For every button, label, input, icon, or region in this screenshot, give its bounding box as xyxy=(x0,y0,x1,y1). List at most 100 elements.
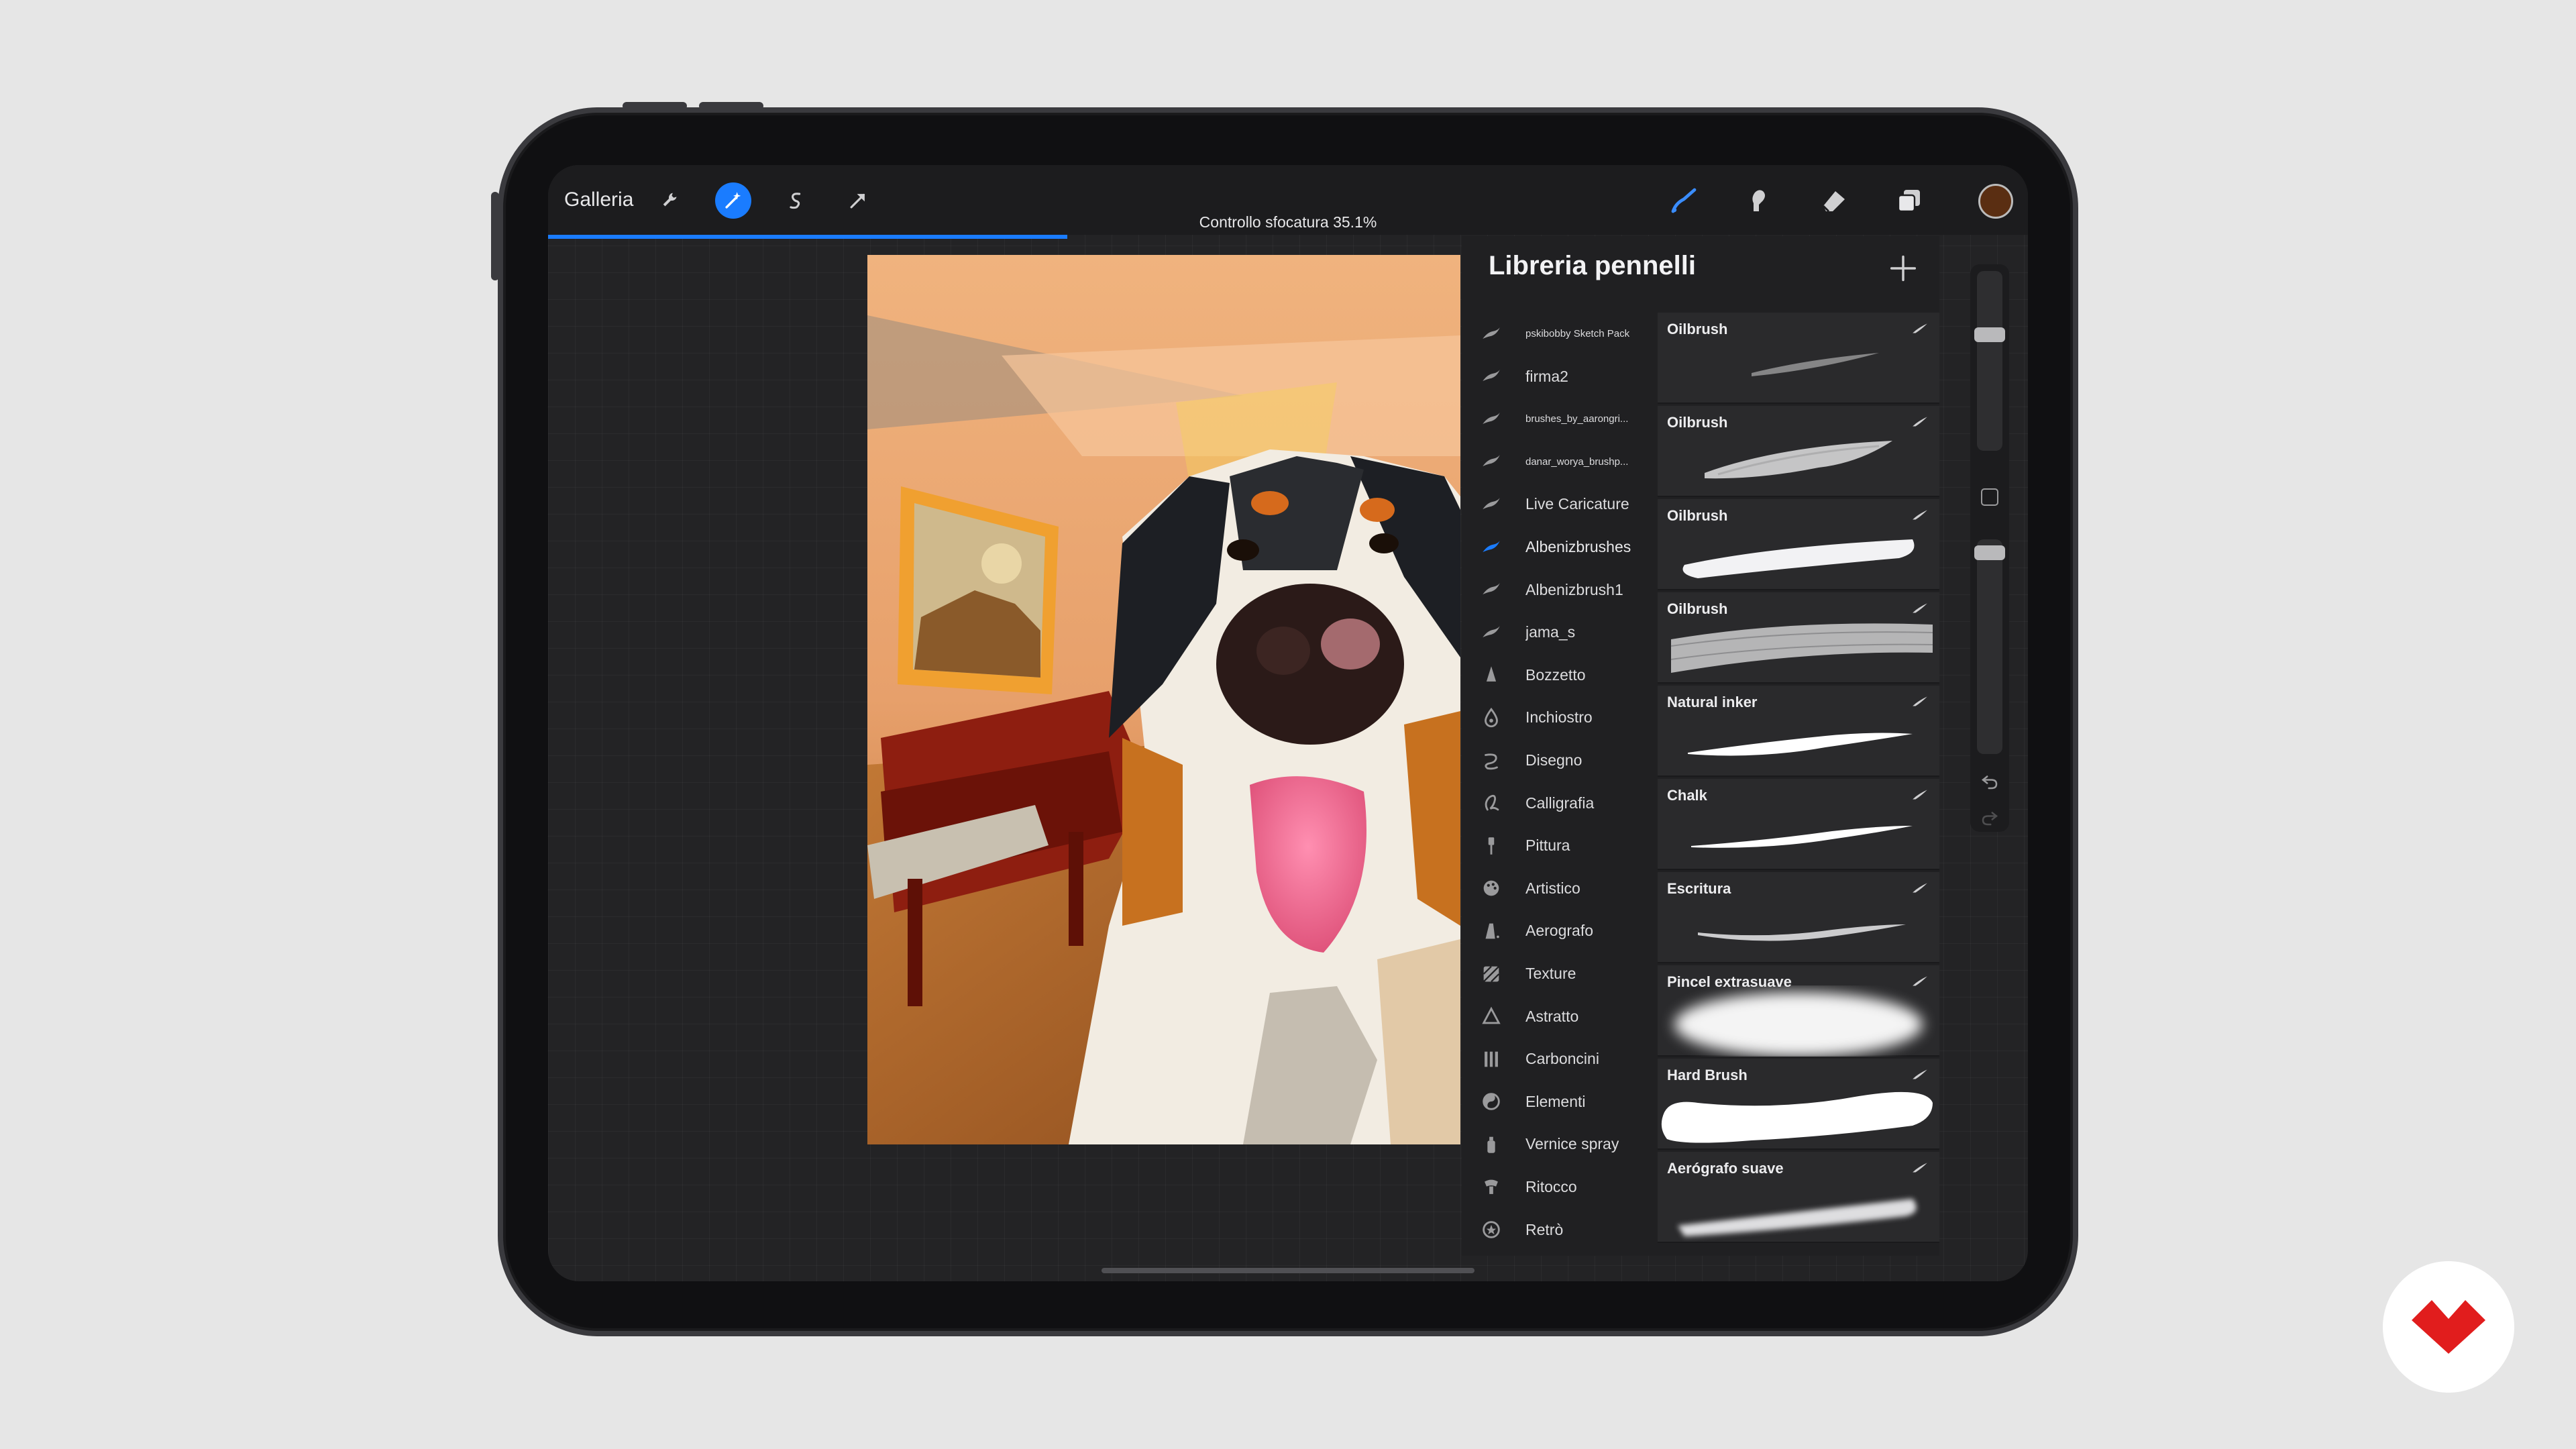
brush-stroke-icon xyxy=(1913,976,1927,986)
brush-size-thumb[interactable] xyxy=(1974,327,2005,342)
brush-set-item[interactable]: Ritocco xyxy=(1462,1166,1652,1208)
brush-set-label: pskibobby Sketch Pack xyxy=(1525,328,1630,339)
brush-set-item[interactable]: Aerografo xyxy=(1462,910,1652,952)
brush-item[interactable]: Pincel extrasuave xyxy=(1658,965,1939,1057)
yin-yang-icon xyxy=(1479,1089,1503,1114)
brush-set-item[interactable]: Vernice spray xyxy=(1462,1123,1652,1165)
brush-item[interactable]: Aerógrafo suave xyxy=(1658,1152,1939,1243)
brush-set-item[interactable]: Carboncini xyxy=(1462,1038,1652,1080)
undo-icon[interactable] xyxy=(1980,771,2000,792)
brush-stroke-icon xyxy=(1479,621,1503,645)
brush-name: Oilbrush xyxy=(1667,321,1728,337)
brush-set-item[interactable]: firma2 xyxy=(1462,356,1652,398)
brush-set-item[interactable]: Pittura xyxy=(1462,824,1652,867)
paintbrush-icon xyxy=(1479,834,1503,858)
brush-item[interactable]: Oilbrush xyxy=(1658,313,1939,404)
brush-set-item[interactable]: Bozzetto xyxy=(1462,654,1652,696)
brush-set-label: Live Caricature xyxy=(1525,495,1629,513)
brush-stroke-icon xyxy=(1479,449,1503,474)
brush-name: Chalk xyxy=(1667,787,1707,804)
brush-set-label: Aerografo xyxy=(1525,922,1594,940)
brush-set-label: Retrò xyxy=(1525,1220,1564,1238)
brush-set-item[interactable]: Calligrafia xyxy=(1462,782,1652,824)
pencil-tip-icon xyxy=(1479,663,1503,687)
brush-set-label: Disegno xyxy=(1525,751,1582,769)
swirl-icon xyxy=(1479,749,1503,773)
triangle-icon xyxy=(1479,1004,1503,1028)
brush-set-item[interactable]: Luci xyxy=(1462,1251,1652,1256)
brush-set-item[interactable]: Albenizbrush1 xyxy=(1462,569,1652,611)
airbrush-icon xyxy=(1479,919,1503,943)
brush-set-item[interactable]: Retrò xyxy=(1462,1209,1652,1251)
brush-stroke-icon xyxy=(1479,578,1503,602)
procreate-screen: Galleria Controllo sfocatura 35.1% Libre… xyxy=(548,165,2028,1281)
brush-item[interactable]: Oilbrush xyxy=(1658,406,1939,497)
brush-item[interactable]: Escritura xyxy=(1658,872,1939,963)
brush-stroke-preview xyxy=(1670,623,1933,673)
brush-stroke-icon xyxy=(1479,492,1503,517)
brush-stroke-preview xyxy=(1698,924,1906,941)
brush-library-panel: Libreria pennelli pskibobby Sketch Pack f… xyxy=(1462,236,1939,1256)
blur-progress-bar xyxy=(548,235,1068,239)
brush-sets-list: pskibobby Sketch Pack firma2 brushes_by_aa… xyxy=(1462,313,1652,1256)
brush-set-label: Ritocco xyxy=(1525,1178,1577,1195)
brush-set-item[interactable]: Artistico xyxy=(1462,867,1652,910)
brush-stroke-preview xyxy=(1661,1091,1933,1143)
brush-set-label: Albenizbrushes xyxy=(1525,538,1631,555)
brush-set-label: Elementi xyxy=(1525,1092,1586,1110)
brush-item[interactable]: Chalk xyxy=(1658,779,1939,870)
opacity-thumb[interactable] xyxy=(1974,545,2005,560)
brush-item[interactable]: Natural inker xyxy=(1658,686,1939,777)
brush-set-item[interactable]: Astratto xyxy=(1462,996,1652,1038)
brush-item[interactable]: Oilbrush xyxy=(1658,499,1939,590)
brush-stroke-icon xyxy=(1479,407,1503,431)
brush-stroke-icon xyxy=(1913,603,1927,613)
brush-size-slider[interactable] xyxy=(1977,271,2002,451)
brush-set-item[interactable]: brushes_by_aarongri... xyxy=(1462,398,1652,440)
retro-star-icon xyxy=(1479,1218,1503,1242)
ink-drop-icon xyxy=(1479,706,1503,730)
brush-set-label: Inchiostro xyxy=(1525,708,1593,727)
charcoal-icon xyxy=(1479,1047,1503,1071)
brush-set-item[interactable]: pskibobby Sketch Pack xyxy=(1462,313,1652,355)
redo-icon[interactable] xyxy=(1980,808,2000,828)
brush-stroke-icon xyxy=(1913,790,1927,800)
brush-set-label: jama_s xyxy=(1525,623,1576,641)
brush-stroke-icon xyxy=(1913,417,1927,427)
brush-stroke-preview xyxy=(1705,441,1892,479)
brush-name: Aerógrafo suave xyxy=(1667,1160,1784,1177)
brush-set-item[interactable]: Texture xyxy=(1462,953,1652,995)
brush-set-item[interactable]: Inchiostro xyxy=(1462,696,1652,739)
brush-set-item[interactable]: Disegno xyxy=(1462,739,1652,782)
brush-item[interactable]: Hard Brush xyxy=(1658,1059,1939,1150)
opacity-slider[interactable] xyxy=(1977,539,2002,754)
brush-stroke-preview xyxy=(1682,539,1915,578)
brush-set-label: danar_worya_brushp... xyxy=(1525,455,1629,468)
brush-item[interactable]: Oilbrush xyxy=(1658,592,1939,684)
brush-stroke-icon xyxy=(1913,1069,1927,1079)
side-controls xyxy=(1970,264,2009,832)
palette-icon xyxy=(1479,876,1503,900)
brush-set-item[interactable]: Albenizbrushes xyxy=(1462,526,1652,568)
brush-set-item[interactable]: Live Caricature xyxy=(1462,483,1652,525)
brush-set-label: firma2 xyxy=(1525,367,1568,385)
brush-set-item[interactable]: Elementi xyxy=(1462,1081,1652,1123)
brush-stroke-icon xyxy=(1479,322,1503,346)
blur-control-toast: Controllo sfocatura 35.1% xyxy=(1199,213,1377,231)
brushes-list: Oilbrush Oilbrush Oilbrush Oilbrush Natu… xyxy=(1658,313,1939,1256)
brush-stroke-preview xyxy=(1691,826,1913,848)
brush-name: Oilbrush xyxy=(1667,507,1728,524)
brush-set-label: Astratto xyxy=(1525,1007,1579,1025)
brush-set-label: Artistico xyxy=(1525,879,1580,897)
brush-set-item[interactable]: jama_s xyxy=(1462,611,1652,653)
brush-stroke-icon xyxy=(1913,1163,1927,1173)
brush-name: Escritura xyxy=(1667,880,1731,897)
brush-set-label: Calligrafia xyxy=(1525,794,1595,812)
square-icon[interactable] xyxy=(1981,488,1998,506)
brush-set-item[interactable]: danar_worya_brushp... xyxy=(1462,441,1652,483)
brush-name: Pincel extrasuave xyxy=(1667,973,1792,990)
brush-set-label: Carboncini xyxy=(1525,1050,1599,1068)
artwork-canvas[interactable] xyxy=(867,255,1460,1144)
home-indicator[interactable] xyxy=(1102,1268,1474,1273)
plus-icon[interactable] xyxy=(1886,251,1921,286)
